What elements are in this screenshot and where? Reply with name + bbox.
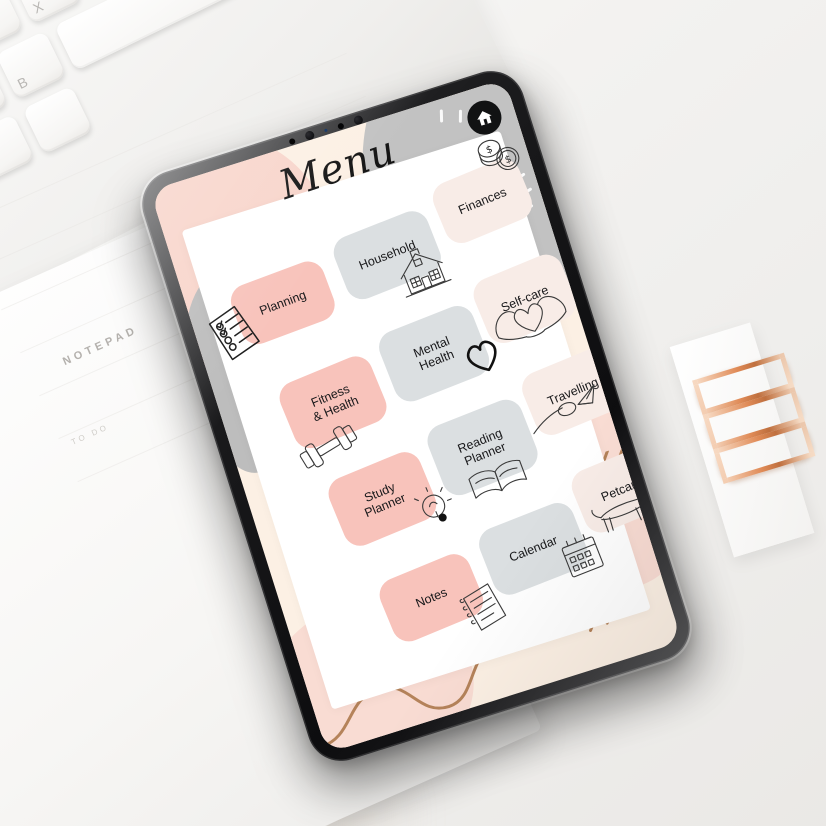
menu-tile-label: Mental Health bbox=[374, 300, 495, 407]
menu-tile-label: Study Planner bbox=[323, 446, 442, 551]
menu-tile-label: Notes bbox=[374, 548, 489, 647]
indicator-led-icon bbox=[324, 128, 328, 133]
menu-tile-label: Fitness & Health bbox=[274, 351, 392, 454]
keyboard-key: B bbox=[0, 30, 67, 100]
home-icon bbox=[477, 111, 492, 126]
menu-tile-label: Reading Planner bbox=[422, 394, 543, 501]
menu-tile-label: Calendar bbox=[474, 497, 593, 600]
menu-tile-label: Planning bbox=[226, 256, 340, 350]
scene: U I K H J M X G N B V bbox=[0, 0, 826, 826]
menu-tile-label: Household bbox=[328, 206, 446, 305]
menu-tile-label: Self-care bbox=[468, 249, 582, 349]
keyboard-key bbox=[22, 85, 94, 155]
